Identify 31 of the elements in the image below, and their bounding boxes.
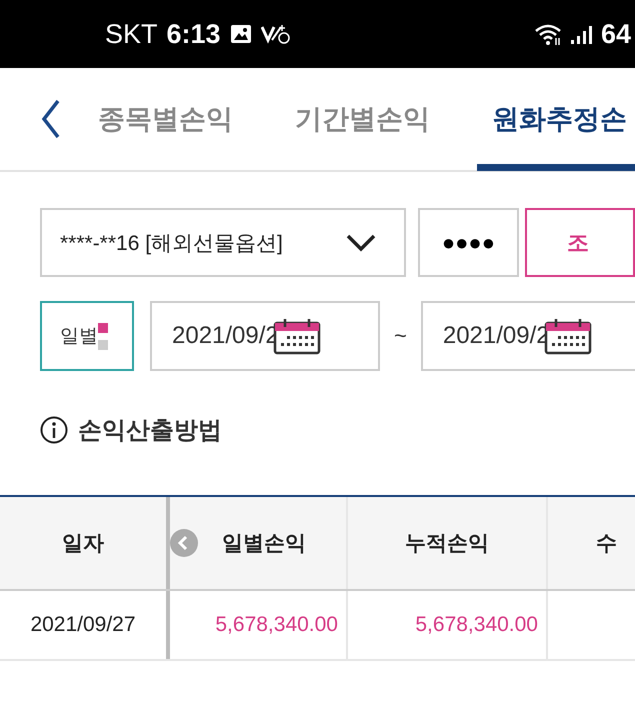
column-header: 일자 <box>0 497 170 589</box>
calendar-icon <box>544 318 592 354</box>
signal-icon <box>571 24 592 44</box>
date-field[interactable]: 2021/09/2 <box>150 301 380 371</box>
chevron-down-icon <box>346 233 376 252</box>
wifi-icon <box>534 22 562 46</box>
table-cell: 2021/09/27 <box>0 591 170 659</box>
battery-level: 64 <box>601 18 632 50</box>
column-header: 누적손익 <box>348 497 548 589</box>
info-icon <box>40 416 68 444</box>
column-header: 수 <box>548 497 635 589</box>
tab[interactable]: 원화추정손 <box>477 67 635 171</box>
account-select[interactable]: ****-**16 [해외선물옵션] <box>40 208 406 277</box>
carrier-name: SKT <box>105 18 158 50</box>
table-cell: 5,678,340.00 <box>170 591 348 659</box>
image-icon <box>230 24 252 44</box>
period-toggle[interactable]: 일별 <box>40 301 134 371</box>
column-header: 일별손익 <box>170 497 348 589</box>
range-separator: ~ <box>394 323 407 349</box>
back-button[interactable] <box>40 99 62 139</box>
date-field[interactable]: 2021/09/2 <box>420 301 635 371</box>
info-link[interactable]: 손익산출방법 <box>78 414 222 446</box>
chevron-left-icon <box>40 99 62 139</box>
clock-time: 6:13 <box>166 18 221 50</box>
table-cell: 5,678,340.00 <box>348 591 548 659</box>
tab[interactable]: 종목별손익 <box>98 67 233 171</box>
tab[interactable]: 기간별손익 <box>295 67 430 171</box>
volte-icon <box>260 23 291 45</box>
search-button[interactable]: 조 <box>525 208 635 277</box>
calendar-icon <box>272 318 321 354</box>
password-field[interactable]: ●●●● <box>418 208 519 277</box>
